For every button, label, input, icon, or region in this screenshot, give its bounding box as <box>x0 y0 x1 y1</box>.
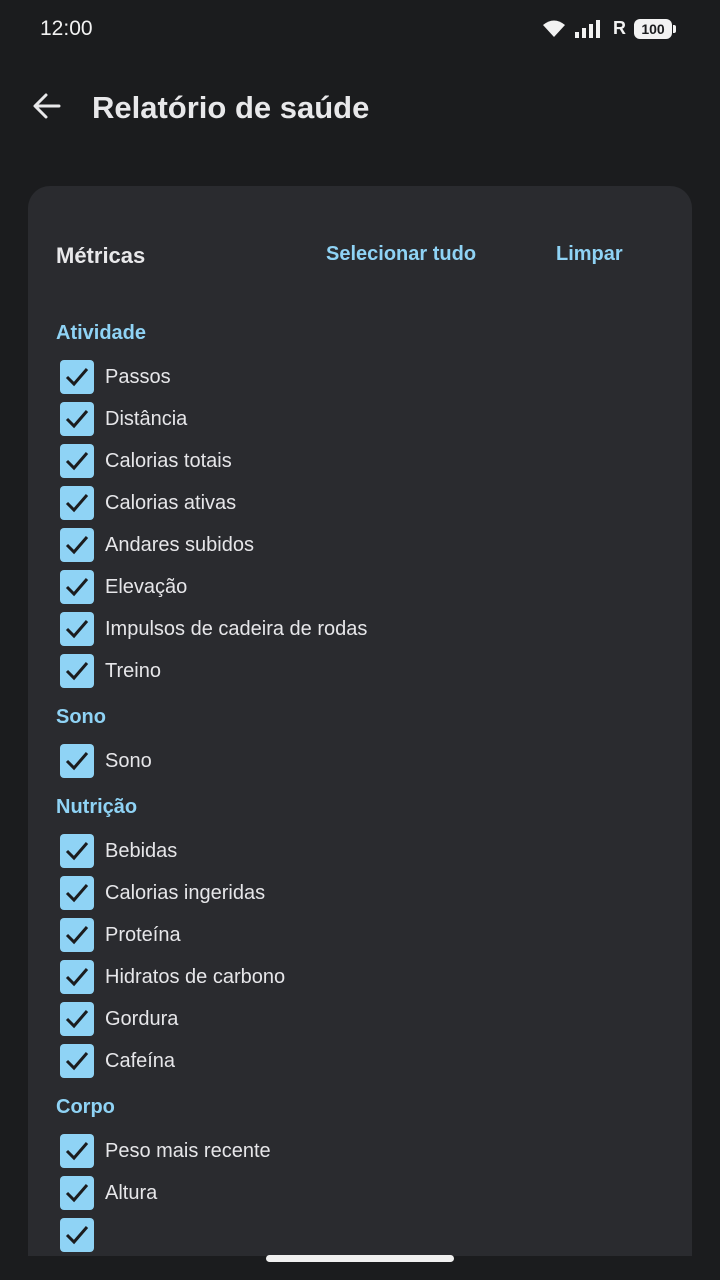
back-button[interactable] <box>24 84 68 128</box>
checkbox-checked[interactable] <box>60 744 94 778</box>
metrics-header: Métricas Selecionar tudo Limpar <box>28 186 692 326</box>
checkbox-checked[interactable] <box>60 612 94 646</box>
checkbox-checked[interactable] <box>60 528 94 562</box>
metric-label: Impulsos de cadeira de rodas <box>105 617 368 640</box>
metric-label: Cafeína <box>105 1049 176 1072</box>
metric-item-carbohydrates[interactable]: Hidratos de carbono <box>56 956 676 998</box>
section-body: Corpo Peso mais recente Altura <box>56 1094 676 1256</box>
metric-item-fat[interactable]: Gordura <box>56 998 676 1040</box>
metrics-card: Métricas Selecionar tudo Limpar Atividad… <box>28 186 692 1256</box>
checkbox-checked[interactable] <box>60 918 94 952</box>
signal-icon <box>575 19 600 38</box>
section-activity: Atividade Passos Distância Calorias tota… <box>56 320 676 692</box>
checkbox-checked[interactable] <box>60 876 94 910</box>
metric-item-protein[interactable]: Proteína <box>56 914 676 956</box>
metric-item-caffeine[interactable]: Cafeína <box>56 1040 676 1082</box>
select-all-button[interactable]: Selecionar tudo <box>326 243 476 266</box>
metric-item-elevation[interactable]: Elevação <box>56 566 676 608</box>
check-icon <box>65 662 89 681</box>
checkbox-checked[interactable] <box>60 834 94 868</box>
arrow-back-icon <box>33 93 61 119</box>
checkbox-checked[interactable] <box>60 444 94 478</box>
checkbox-checked[interactable] <box>60 1134 94 1168</box>
check-icon <box>65 884 89 903</box>
check-icon <box>65 1226 89 1245</box>
check-icon <box>65 752 89 771</box>
gesture-nav-handle[interactable] <box>266 1255 454 1262</box>
section-nutrition: Nutrição Bebidas Calorias ingeridas Prot… <box>56 794 676 1082</box>
metric-label: Proteína <box>105 923 181 946</box>
metric-label: Calorias totais <box>105 449 232 472</box>
metric-item-total-calories[interactable]: Calorias totais <box>56 440 676 482</box>
section-title-activity: Atividade <box>56 322 147 344</box>
check-icon <box>65 410 89 429</box>
section-title-sleep: Sono <box>56 706 106 728</box>
metric-item-partial[interactable] <box>56 1214 676 1256</box>
check-icon <box>65 620 89 639</box>
checkbox-checked[interactable] <box>60 1044 94 1078</box>
metric-item-workout[interactable]: Treino <box>56 650 676 692</box>
app-bar: Relatório de saúde <box>0 72 720 144</box>
check-icon <box>65 452 89 471</box>
metric-label: Calorias ingeridas <box>105 881 266 904</box>
metric-label: Gordura <box>105 1007 179 1030</box>
checkbox-checked[interactable] <box>60 1218 94 1252</box>
checkbox-checked[interactable] <box>60 486 94 520</box>
metric-item-sleep[interactable]: Sono <box>56 740 676 782</box>
page-title: Relatório de saúde <box>92 90 370 125</box>
check-icon <box>65 842 89 861</box>
metric-label: Andares subidos <box>105 533 254 556</box>
wifi-icon <box>543 20 565 37</box>
status-time: 12:00 <box>40 17 93 40</box>
check-icon <box>65 578 89 597</box>
network-type-label: R <box>613 18 626 38</box>
check-icon <box>65 926 89 945</box>
section-title-nutrition: Nutrição <box>56 796 138 818</box>
metric-label: Elevação <box>105 575 188 598</box>
checkbox-checked[interactable] <box>60 1176 94 1210</box>
check-icon <box>65 368 89 387</box>
metric-label: Peso mais recente <box>105 1139 271 1162</box>
check-icon <box>65 494 89 513</box>
battery-icon: 100 <box>634 18 676 39</box>
checkbox-checked[interactable] <box>60 360 94 394</box>
metric-item-drinks[interactable]: Bebidas <box>56 830 676 872</box>
metric-label: Sono <box>105 749 152 772</box>
metric-label: Distância <box>105 407 188 430</box>
metric-label: Bebidas <box>105 839 178 862</box>
checkbox-checked[interactable] <box>60 654 94 688</box>
check-icon <box>65 968 89 987</box>
section-sleep: Sono Sono <box>56 704 676 782</box>
metric-label: Altura <box>105 1181 158 1204</box>
metric-item-wheelchair-pushes[interactable]: Impulsos de cadeira de rodas <box>56 608 676 650</box>
checkbox-checked[interactable] <box>60 960 94 994</box>
metrics-list: Atividade Passos Distância Calorias tota… <box>56 320 676 1256</box>
status-bar: 12:00 R 100 <box>0 0 720 60</box>
metric-label: Treino <box>105 659 161 682</box>
metrics-title: Métricas <box>56 243 146 268</box>
metric-item-active-calories[interactable]: Calorias ativas <box>56 482 676 524</box>
check-icon <box>65 1010 89 1029</box>
battery-level: 100 <box>641 20 665 37</box>
section-title-body: Corpo <box>56 1096 115 1118</box>
checkbox-checked[interactable] <box>60 570 94 604</box>
status-icons: R 100 <box>541 18 676 39</box>
check-icon <box>65 1184 89 1203</box>
metric-label: Calorias ativas <box>105 491 237 514</box>
check-icon <box>65 536 89 555</box>
metric-label: Hidratos de carbono <box>105 965 286 988</box>
metric-item-height[interactable]: Altura <box>56 1172 676 1214</box>
check-icon <box>65 1052 89 1071</box>
check-icon <box>65 1142 89 1161</box>
metric-label: Passos <box>105 365 171 388</box>
clear-button[interactable]: Limpar <box>556 243 623 266</box>
metric-item-floors[interactable]: Andares subidos <box>56 524 676 566</box>
metric-item-latest-weight[interactable]: Peso mais recente <box>56 1130 676 1172</box>
checkbox-checked[interactable] <box>60 402 94 436</box>
metric-item-steps[interactable]: Passos <box>56 356 676 398</box>
checkbox-checked[interactable] <box>60 1002 94 1036</box>
metric-item-calories-consumed[interactable]: Calorias ingeridas <box>56 872 676 914</box>
metric-item-distance[interactable]: Distância <box>56 398 676 440</box>
